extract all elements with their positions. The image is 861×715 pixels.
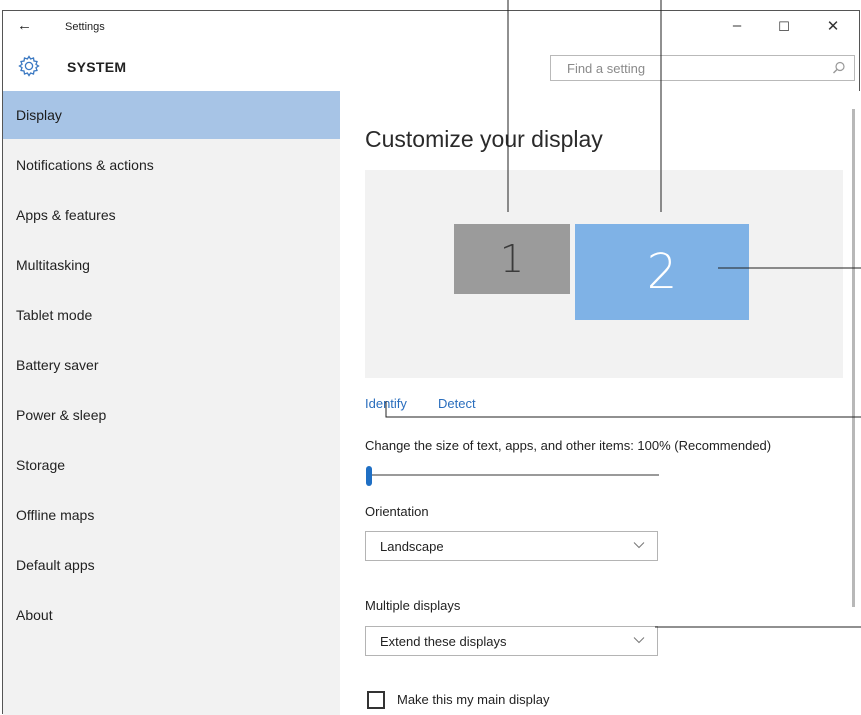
sidebar-item-apps-features[interactable]: Apps & features [3, 191, 340, 239]
multiple-displays-value: Extend these displays [380, 634, 507, 649]
sidebar: Display Notifications & actions Apps & f… [3, 91, 340, 715]
chevron-down-icon [633, 637, 645, 644]
sidebar-item-label: Battery saver [16, 357, 99, 373]
scale-label: Change the size of text, apps, and other… [365, 438, 772, 453]
monitor-2[interactable]: 2 [575, 224, 749, 320]
chevron-down-icon [633, 542, 645, 549]
sidebar-item-offline-maps[interactable]: Offline maps [3, 491, 340, 539]
scale-slider-thumb[interactable] [366, 466, 372, 486]
sidebar-item-label: Default apps [16, 557, 95, 573]
orientation-dropdown[interactable]: Landscape [365, 531, 658, 561]
identify-link[interactable]: Identify [365, 396, 407, 411]
orientation-value: Landscape [380, 539, 444, 554]
search-input[interactable]: Find a setting [550, 55, 855, 81]
title-bar: ← Settings – ☐ ✕ [3, 11, 859, 45]
sidebar-item-label: Multitasking [16, 257, 90, 273]
scrollbar[interactable] [852, 109, 855, 607]
page-title: Customize your display [365, 126, 603, 152]
sidebar-item-default-apps[interactable]: Default apps [3, 541, 340, 589]
minimize-button[interactable]: – [722, 17, 752, 34]
close-button[interactable]: ✕ [818, 17, 848, 35]
main-display-checkbox-label: Make this my main display [397, 692, 550, 707]
monitor-1[interactable]: 1 [454, 224, 570, 294]
main-display-checkbox[interactable] [367, 691, 385, 709]
sidebar-item-display[interactable]: Display [3, 91, 340, 139]
sidebar-item-label: Storage [16, 457, 66, 473]
sidebar-item-multitasking[interactable]: Multitasking [3, 241, 340, 289]
main-content: Customize your display 1 2 Identify Dete… [340, 91, 860, 715]
window-title: Settings [65, 21, 105, 33]
search-placeholder: Find a setting [567, 61, 646, 76]
detect-link[interactable]: Detect [438, 396, 476, 411]
settings-header: SYSTEM Find a setting [3, 45, 859, 91]
sidebar-item-label: Tablet mode [16, 307, 93, 323]
multiple-displays-label: Multiple displays [365, 598, 461, 613]
scale-slider-track[interactable] [369, 474, 659, 476]
sidebar-item-label: Notifications & actions [16, 157, 154, 173]
orientation-label: Orientation [365, 504, 429, 519]
multiple-displays-dropdown[interactable]: Extend these displays [365, 626, 658, 656]
sidebar-item-label: About [16, 607, 53, 623]
sidebar-item-storage[interactable]: Storage [3, 441, 340, 489]
sidebar-item-power-sleep[interactable]: Power & sleep [3, 391, 340, 439]
sidebar-item-label: Offline maps [16, 507, 95, 523]
section-title: SYSTEM [67, 59, 127, 75]
sidebar-item-label: Power & sleep [16, 407, 107, 423]
sidebar-item-about[interactable]: About [3, 591, 340, 639]
gear-icon [18, 55, 40, 77]
back-arrow-icon[interactable]: ← [17, 17, 32, 34]
maximize-button[interactable]: ☐ [769, 19, 799, 35]
display-arrangement-area: 1 2 [365, 170, 843, 378]
sidebar-item-notifications[interactable]: Notifications & actions [3, 141, 340, 189]
settings-window: ← Settings – ☐ ✕ SYSTEM Find a setting D… [2, 10, 860, 715]
sidebar-item-tablet-mode[interactable]: Tablet mode [3, 291, 340, 339]
search-icon[interactable] [832, 61, 846, 75]
sidebar-item-label: Apps & features [16, 207, 116, 223]
sidebar-item-battery-saver[interactable]: Battery saver [3, 341, 340, 389]
sidebar-item-label: Display [16, 107, 62, 123]
